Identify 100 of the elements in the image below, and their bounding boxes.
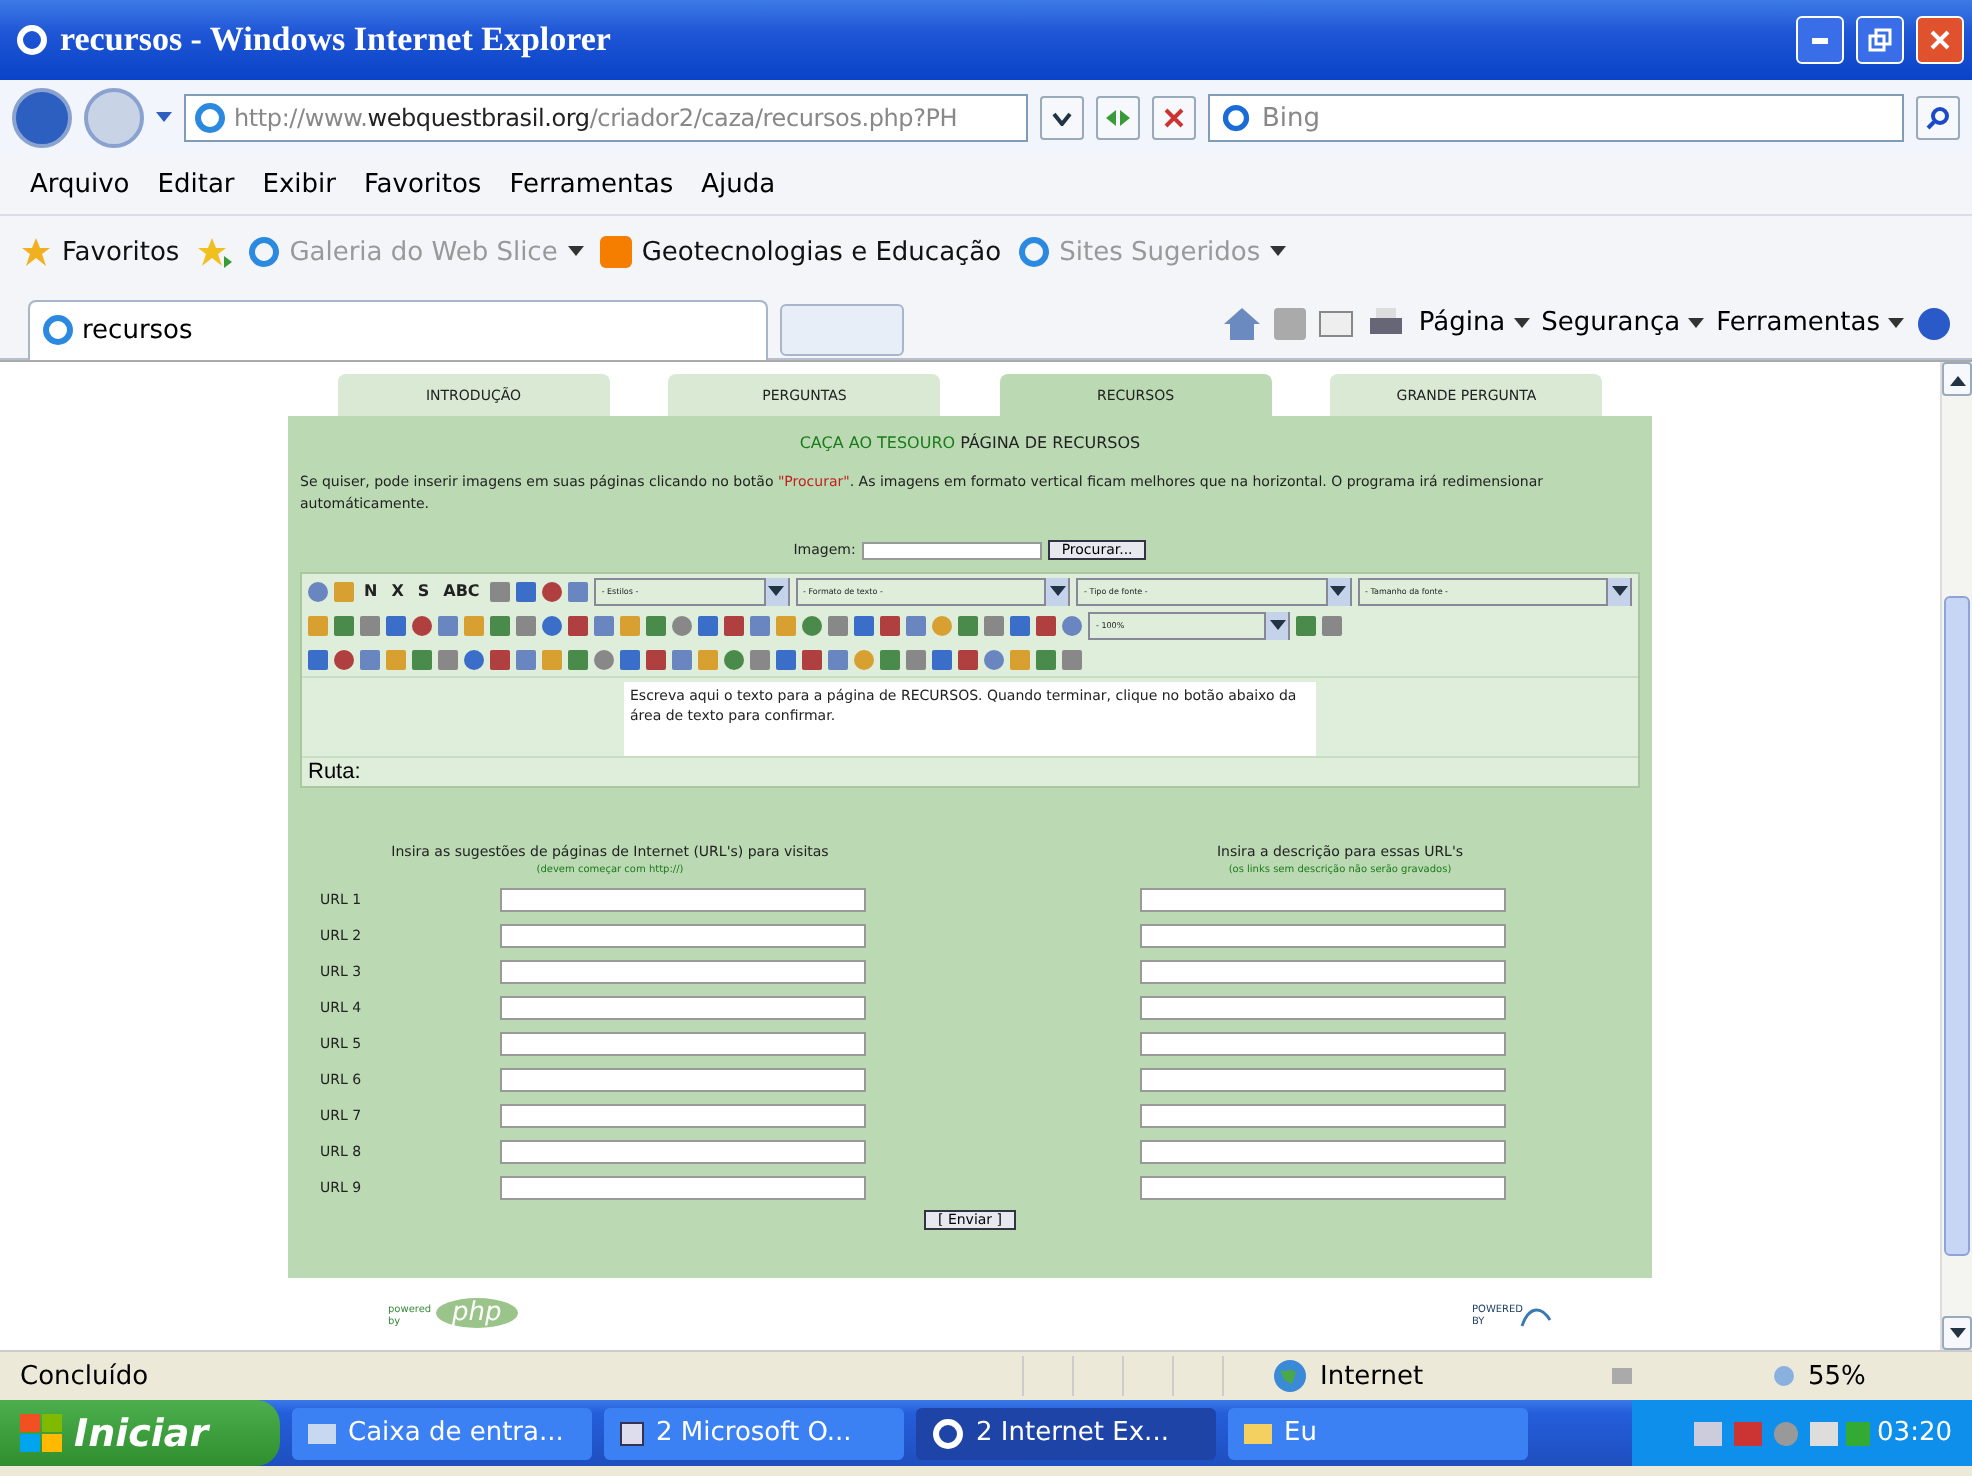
back-button[interactable] — [12, 88, 72, 148]
command-menu[interactable]: Segurança — [1541, 308, 1705, 338]
minimize-button[interactable] — [1796, 16, 1844, 64]
stop-button[interactable] — [1152, 96, 1196, 140]
format-button[interactable]: X — [387, 582, 408, 600]
tool-icon[interactable] — [541, 581, 562, 601]
scroll-down-icon[interactable] — [1949, 1327, 1965, 1339]
description-field[interactable] — [1140, 1140, 1506, 1164]
description-field[interactable] — [1140, 1032, 1506, 1056]
mail-icon[interactable] — [1318, 309, 1355, 337]
url-field[interactable] — [500, 924, 866, 948]
path-label: Ruta: — [308, 760, 361, 784]
ie-icon — [247, 236, 280, 268]
forward-button[interactable] — [84, 88, 144, 148]
ie-icon — [1017, 236, 1050, 268]
status-text: Concluído — [20, 1361, 149, 1391]
menu-item[interactable]: Ferramentas — [495, 170, 688, 200]
caret-icon — [1270, 246, 1287, 258]
ie-icon — [42, 314, 74, 346]
taskbar-button[interactable]: 2 Internet Ex... — [916, 1407, 1216, 1459]
clock: 03:20 — [1877, 1418, 1952, 1448]
favorites-link[interactable]: Geotecnologias e Educação — [599, 236, 1002, 268]
caret-icon — [567, 246, 584, 258]
blogger-icon — [599, 236, 632, 268]
caret-icon — [1611, 585, 1627, 597]
description-field[interactable] — [1140, 1068, 1506, 1092]
taskbar-button[interactable]: 2 Microsoft O... — [604, 1407, 904, 1459]
menu-item[interactable]: Exibir — [248, 170, 350, 200]
caret-icon — [1269, 619, 1286, 631]
url-field[interactable] — [500, 996, 866, 1020]
url-field[interactable] — [500, 960, 866, 984]
caret-icon[interactable] — [156, 112, 172, 124]
menu-item[interactable]: Arquivo — [16, 170, 144, 200]
format-button[interactable]: S — [413, 582, 434, 600]
mail-icon — [308, 1423, 336, 1443]
address-field[interactable]: http://www.webquestbrasil.org/criador2/caza/recursos.php?PH — [184, 94, 1028, 142]
restore-icon — [1868, 28, 1892, 52]
close-icon — [1164, 108, 1184, 128]
caret-icon — [1049, 585, 1066, 597]
caret-icon — [1888, 317, 1904, 329]
b-logo-icon — [1222, 104, 1250, 132]
globe-icon — [1272, 1358, 1308, 1394]
url-field[interactable] — [500, 1140, 866, 1164]
search-field[interactable]: Bing — [1208, 94, 1904, 142]
dropdown-button[interactable] — [1040, 96, 1084, 140]
star-icon — [20, 236, 52, 268]
description-field[interactable] — [1140, 1176, 1506, 1200]
add-favorite-icon[interactable] — [195, 236, 232, 268]
caret-icon — [1330, 585, 1347, 597]
browser-tab[interactable]: recursos — [28, 299, 768, 359]
chevron-icon — [1052, 111, 1072, 125]
taskbar-button[interactable]: Caixa de entra... — [292, 1407, 592, 1459]
command-menu[interactable]: Ferramentas — [1716, 308, 1904, 338]
ie-logo-icon — [16, 24, 48, 56]
menu-item[interactable]: Editar — [143, 170, 249, 200]
tool-icon[interactable] — [567, 581, 588, 601]
url-field[interactable] — [500, 1104, 866, 1128]
new-tab-button[interactable] — [780, 303, 904, 355]
search-button[interactable] — [1916, 96, 1960, 140]
tool-icon[interactable] — [1322, 615, 1343, 635]
url-field[interactable] — [500, 1032, 866, 1056]
taskbar-button[interactable]: Eu — [1228, 1407, 1528, 1459]
tool-icon[interactable] — [489, 581, 510, 601]
zone-text: Internet — [1320, 1361, 1424, 1391]
menu-item[interactable]: Favoritos — [350, 170, 496, 200]
format-button[interactable]: N — [360, 582, 382, 600]
description-field[interactable] — [1140, 1104, 1506, 1128]
description-field[interactable] — [1140, 888, 1506, 912]
command-menu[interactable]: Página — [1418, 308, 1530, 338]
description-field[interactable] — [1140, 996, 1506, 1020]
scrollbar[interactable] — [1940, 362, 1972, 1350]
page-heading: CAÇA AO TESOURO PÁGINA DE RECURSOS — [797, 434, 1143, 452]
tool-icon[interactable] — [515, 581, 536, 601]
window-title: recursos - Windows Internet Explorer — [60, 20, 613, 60]
favorites-button[interactable]: Favoritos — [20, 236, 180, 268]
zoom-level[interactable]: 55% — [1808, 1361, 1866, 1391]
format-button[interactable]: ABC — [439, 582, 484, 600]
url-field[interactable] — [500, 1068, 866, 1092]
folder-icon — [1244, 1423, 1272, 1443]
refresh-button[interactable] — [1096, 96, 1140, 140]
refresh-icon — [1104, 108, 1132, 128]
document-icon — [620, 1421, 644, 1445]
ie-icon — [932, 1417, 964, 1449]
close-button[interactable] — [1916, 16, 1964, 64]
windows-logo-icon — [20, 1414, 62, 1452]
description-field[interactable] — [1140, 924, 1506, 948]
scroll-up-icon[interactable] — [1949, 373, 1965, 385]
caret-icon — [1688, 317, 1705, 329]
restore-button[interactable] — [1856, 16, 1904, 64]
url-field[interactable] — [500, 888, 866, 912]
description-field[interactable] — [1140, 960, 1506, 984]
search-icon — [1926, 106, 1950, 130]
home-icon[interactable] — [1222, 305, 1263, 341]
menu-item[interactable]: Ajuda — [687, 170, 790, 200]
caret-icon — [768, 585, 785, 597]
tool-icon[interactable] — [1296, 615, 1317, 635]
minimize-icon — [1812, 37, 1828, 43]
image-field[interactable] — [861, 541, 1042, 559]
caret-icon — [1513, 317, 1530, 329]
url-field[interactable] — [500, 1176, 866, 1200]
